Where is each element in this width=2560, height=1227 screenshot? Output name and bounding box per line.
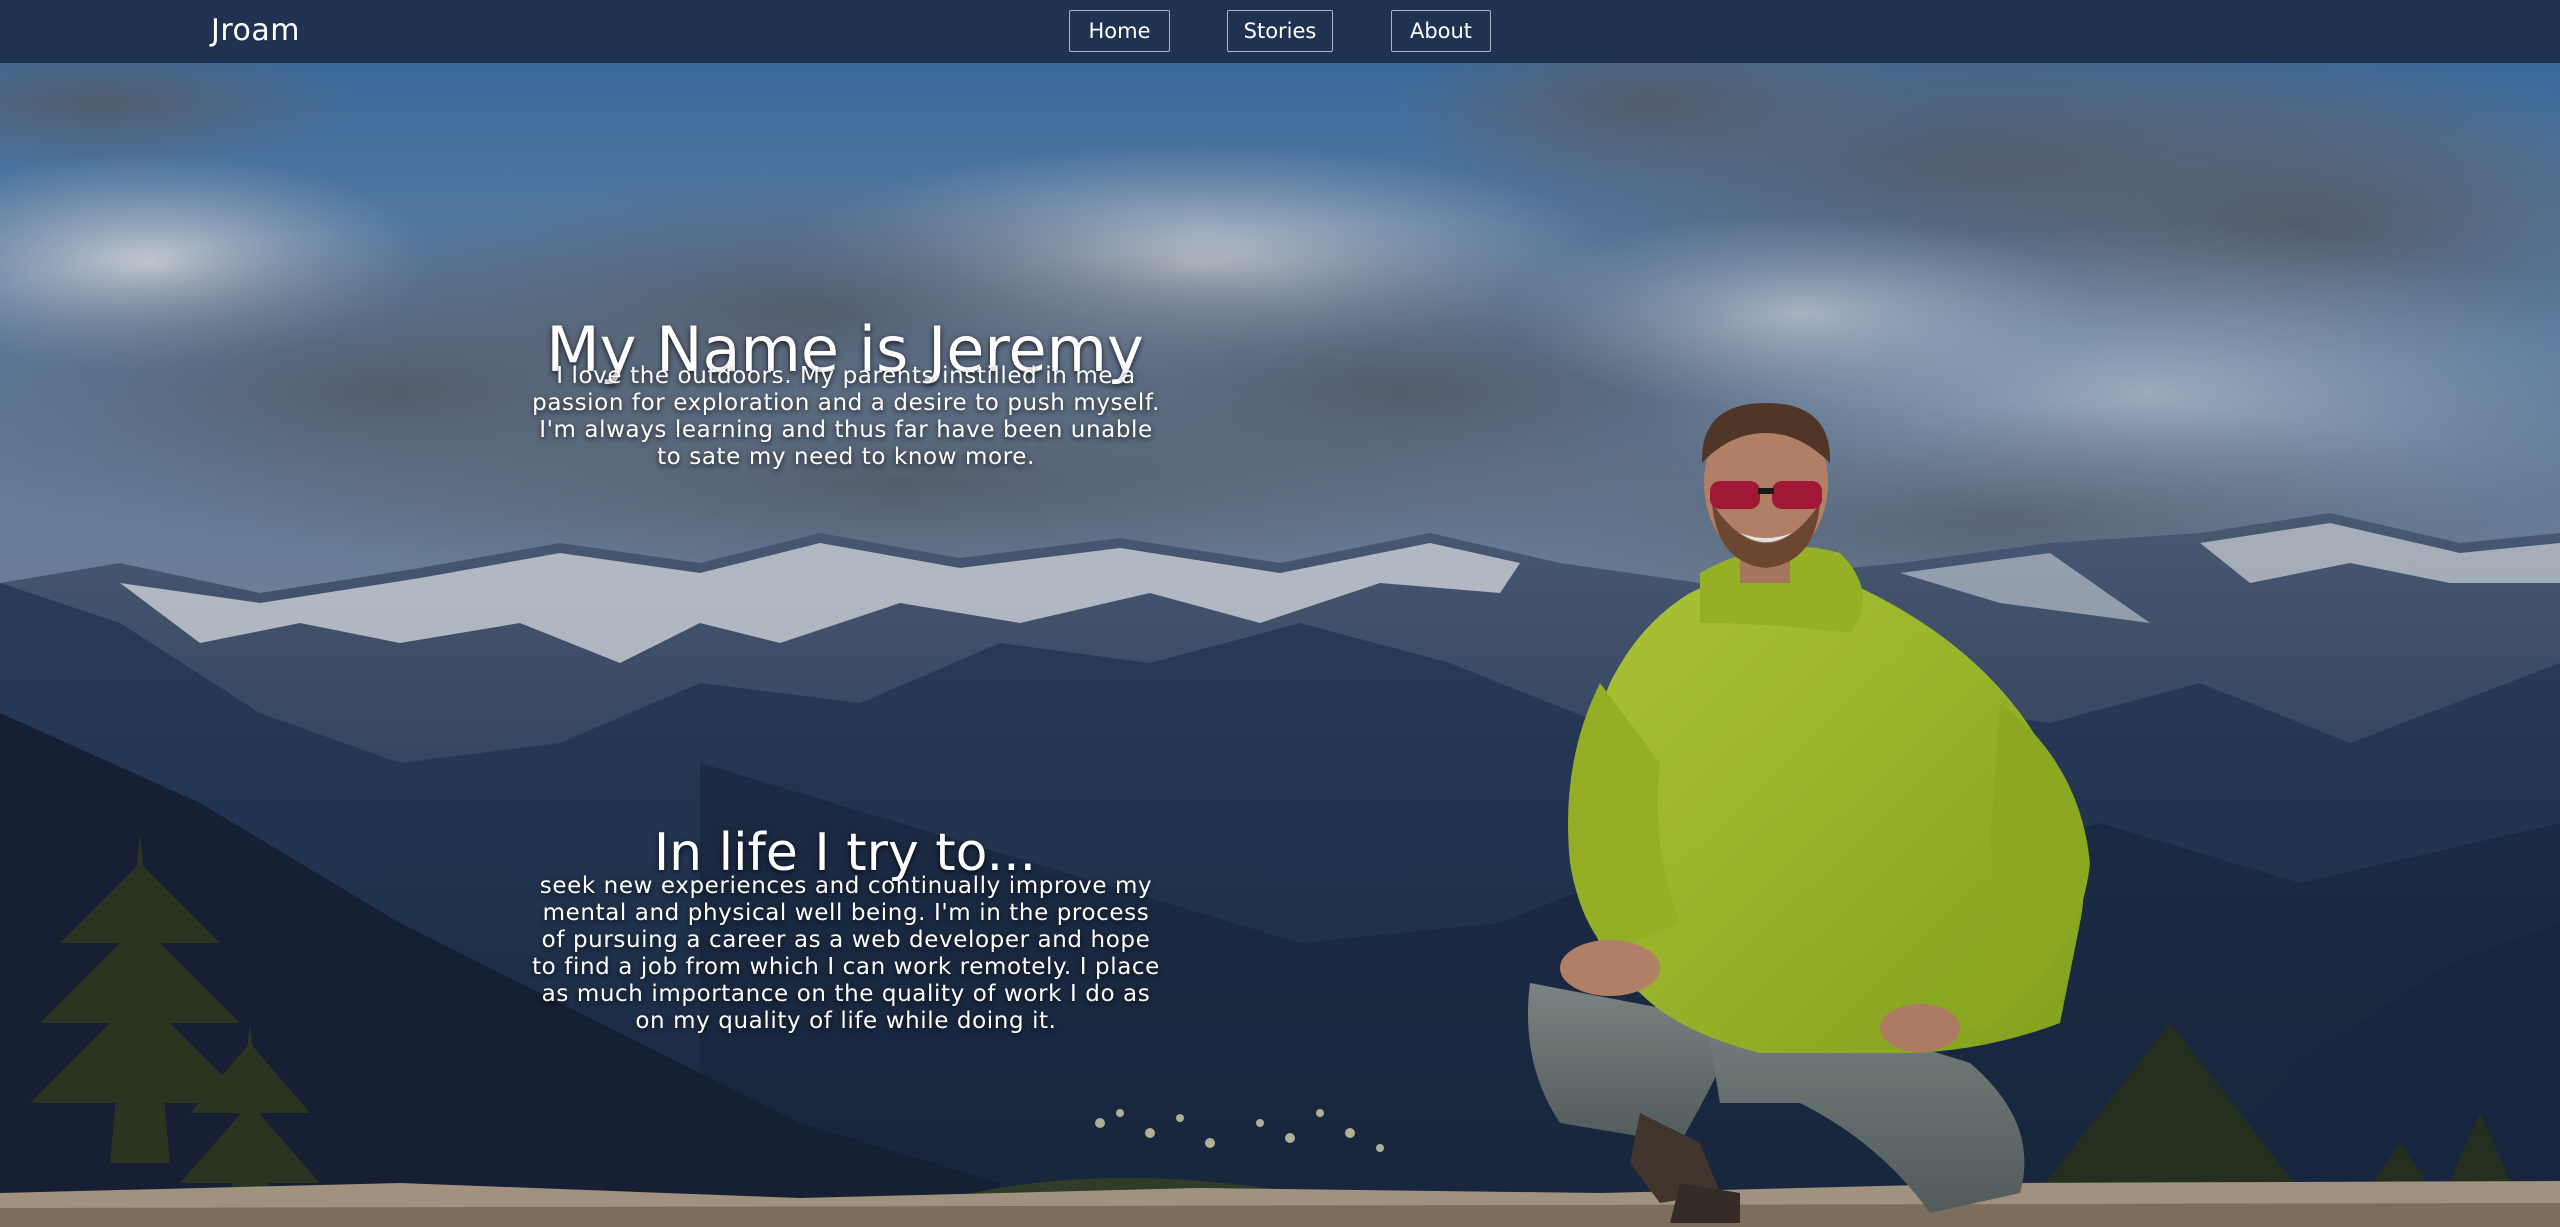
hero-intro-text: I love the outdoors. My parents instille… — [532, 363, 1160, 470]
top-navbar: Jroam Home Stories About — [0, 0, 2560, 63]
nav-about-link[interactable]: About — [1391, 10, 1491, 52]
brand-logo[interactable]: Jroam — [211, 13, 300, 48]
hero-background-photo — [0, 63, 2560, 1227]
hero-section: My Name is Jeremy I love the outdoors. M… — [0, 63, 2560, 1227]
nav-home-link[interactable]: Home — [1069, 10, 1170, 52]
nav-stories-link[interactable]: Stories — [1227, 10, 1333, 52]
hero-body-text: seek new experiences and continually imp… — [532, 873, 1160, 1034]
